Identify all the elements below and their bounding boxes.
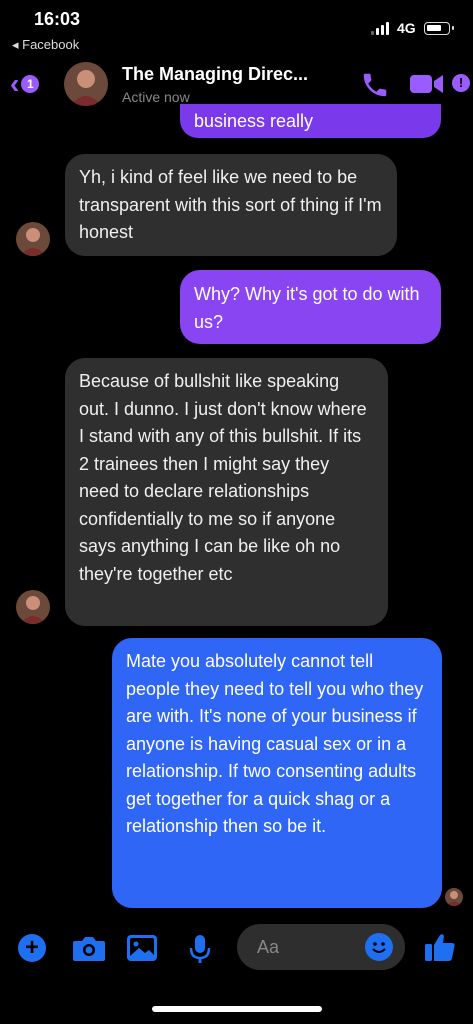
unread-badge: 1 [21,75,40,93]
plus-icon[interactable]: + [18,934,46,962]
thumbs-up-icon[interactable] [424,932,456,962]
status-bar: 16:03 ◂ Facebook 4G [0,0,473,56]
message-outgoing[interactable]: Why? Why it's got to do with us? [180,270,441,344]
back-button[interactable]: ‹ 1 [10,70,50,98]
info-icon[interactable]: ! [452,74,470,92]
sender-avatar[interactable] [16,222,50,256]
message-incoming[interactable]: Because of bullshit like speaking out. I… [65,358,388,626]
message-incoming[interactable]: Yh, i kind of feel like we need to be tr… [65,154,397,256]
message-outgoing[interactable]: business really [180,104,441,138]
battery-icon [424,22,454,35]
chevron-left-icon: ‹ [10,68,20,99]
status-time: 16:03 [34,9,81,29]
emoji-icon[interactable] [365,933,393,961]
contact-avatar[interactable] [64,62,108,106]
active-status: Active now [122,89,190,105]
microphone-icon[interactable] [188,934,212,964]
video-camera-icon[interactable] [410,72,444,96]
network-type: 4G [397,20,416,36]
gallery-icon[interactable] [126,934,158,962]
contact-name[interactable]: The Managing Direc... [122,64,308,85]
home-indicator [152,1006,322,1012]
message-composer: + [0,920,473,980]
signal-icon [371,22,389,35]
sender-avatar[interactable] [16,590,50,624]
read-receipt-avatar [445,888,463,906]
back-to-facebook-link[interactable]: ◂ Facebook [12,37,79,53]
message-outgoing[interactable]: Mate you absolutely cannot tell people t… [112,638,442,908]
phone-icon[interactable] [360,70,390,100]
camera-icon[interactable] [72,934,106,962]
